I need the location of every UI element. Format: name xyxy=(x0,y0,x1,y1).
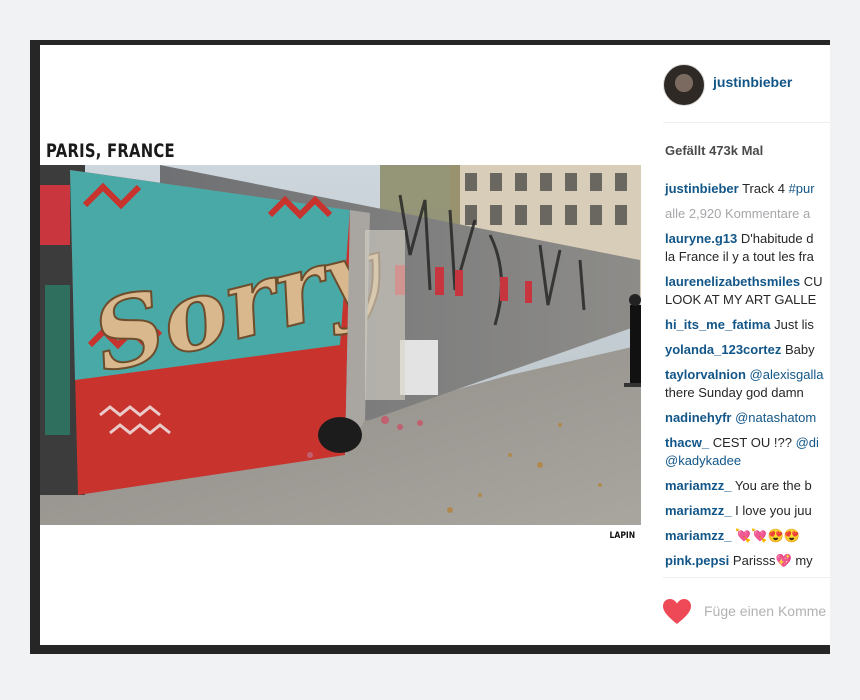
header-divider xyxy=(663,122,830,123)
comment-item: taylorvalnion @alexisgalla there Sunday … xyxy=(665,366,830,402)
comment-text: 💘💘😍😍 xyxy=(735,528,800,543)
image-caption-title: PARIS, FRANCE xyxy=(46,140,175,162)
post-sidebar: justinbieber Gefällt 473k Mal justinbieb… xyxy=(641,45,830,645)
comment-item: mariamzz_ I love you juu xyxy=(665,502,830,520)
comment-item: thacw_ CEST OU !?? @di @kadykadee xyxy=(665,434,830,470)
comment-item: hi_its_me_fatima Just lis xyxy=(665,316,830,334)
avatar[interactable] xyxy=(663,64,705,106)
caption-hashtag[interactable]: #pur xyxy=(789,181,815,196)
comment-item: mariamzz_ You are the b xyxy=(665,477,830,495)
comment-item: yolanda_123cortez Baby xyxy=(665,341,830,359)
comment-text: I love you juu xyxy=(735,503,812,518)
post-image-panel: PARIS, FRANCE Sorry LAPIN xyxy=(40,45,641,645)
comment-text: Just lis xyxy=(774,317,814,332)
heart-icon[interactable] xyxy=(663,599,691,625)
post-photo[interactable]: Sorry xyxy=(40,165,641,525)
comment-username[interactable]: mariamzz_ xyxy=(665,528,731,543)
comment-mention[interactable]: @natashatom xyxy=(735,410,816,425)
comments-list: justinbieber Track 4 #pur alle 2,920 Kom… xyxy=(665,180,830,577)
comment-username[interactable]: mariamzz_ xyxy=(665,478,731,493)
comment-mention[interactable]: @kadykadee xyxy=(665,453,741,468)
comment-username[interactable]: yolanda_123cortez xyxy=(665,342,781,357)
comment-username[interactable]: mariamzz_ xyxy=(665,503,731,518)
comment-text: CU xyxy=(803,274,823,289)
comment-item: pink.pepsi Parisss💖 my xyxy=(665,552,830,570)
footer-divider xyxy=(663,577,830,578)
comment-text: CEST OU !?? xyxy=(712,435,792,450)
caption-text: Track 4 xyxy=(742,181,785,196)
comment-username[interactable]: laurenelizabethsmiles xyxy=(665,274,800,289)
comment-text-continued: LOOK AT MY ART GALLE xyxy=(665,292,817,307)
comment-mention[interactable]: @alexisgalla xyxy=(750,367,824,382)
comment-item: lauryne.g13 D'habitude d la France il y … xyxy=(665,230,830,266)
comment-username[interactable]: hi_its_me_fatima xyxy=(665,317,771,332)
comment-text-continued: la France il y a tout les fra xyxy=(665,249,814,264)
comment-username[interactable]: thacw_ xyxy=(665,435,709,450)
comment-username[interactable]: lauryne.g13 xyxy=(665,231,737,246)
comment-item: laurenelizabethsmiles CU LOOK AT MY ART … xyxy=(665,273,830,309)
caption-username[interactable]: justinbieber xyxy=(665,181,739,196)
comment-item: nadinehyfr @natashatom xyxy=(665,409,830,427)
post-author-username[interactable]: justinbieber xyxy=(713,74,792,90)
comment-username[interactable]: nadinehyfr xyxy=(665,410,731,425)
add-comment-input[interactable]: Füge einen Komme xyxy=(704,603,826,619)
comment-text: Baby xyxy=(784,342,815,357)
comment-username[interactable]: pink.pepsi xyxy=(665,553,729,568)
caption: justinbieber Track 4 #pur xyxy=(665,180,830,198)
comment-text: D'habitude d xyxy=(740,231,814,246)
comment-text: You are the b xyxy=(734,478,812,493)
view-all-comments-link[interactable]: alle 2,920 Kommentare a xyxy=(665,205,830,223)
comment-mention[interactable]: @di xyxy=(796,435,819,450)
comment-item: mariamzz_ 💘💘😍😍 xyxy=(665,527,830,545)
likes-count[interactable]: Gefällt 473k Mal xyxy=(665,143,763,158)
comment-username[interactable]: taylorvalnion xyxy=(665,367,746,382)
photo-credit: LAPIN xyxy=(609,531,635,541)
comment-text-continued: there Sunday god damn xyxy=(665,385,804,400)
comment-text: Parisss💖 my xyxy=(732,553,813,568)
